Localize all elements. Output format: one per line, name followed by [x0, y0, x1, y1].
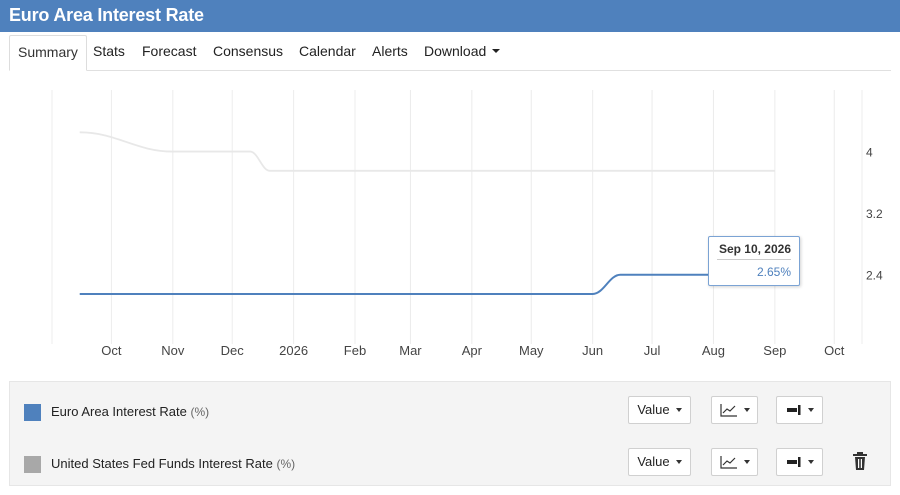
x-tick-label: Nov	[161, 343, 185, 358]
value-dropdown-button[interactable]: Value	[628, 448, 691, 476]
page-title: Euro Area Interest Rate	[9, 5, 204, 25]
series-line	[79, 254, 793, 295]
x-tick-label: Feb	[344, 343, 366, 358]
line-chart-icon	[719, 403, 737, 417]
series-name: United States Fed Funds Interest Rate	[51, 456, 273, 471]
series-color-swatch[interactable]	[24, 456, 41, 473]
chart-type-dropdown-button[interactable]	[711, 448, 758, 476]
series-label: United States Fed Funds Interest Rate (%…	[51, 456, 295, 471]
x-tick-label: May	[519, 343, 544, 358]
tooltip-date: Sep 10, 2026	[717, 242, 791, 260]
series-color-swatch[interactable]	[24, 404, 41, 421]
line-chart-icon	[719, 455, 737, 469]
chevron-down-icon	[807, 459, 814, 464]
chevron-down-icon	[743, 407, 750, 412]
chevron-down-icon	[807, 407, 814, 412]
tab-download-label: Download	[424, 43, 487, 59]
x-tick-label: Apr	[462, 343, 483, 358]
tab-download[interactable]: Download	[416, 35, 508, 71]
x-tick-label: Oct	[101, 343, 122, 358]
x-tick-label: Aug	[702, 343, 725, 358]
series-label: Euro Area Interest Rate (%)	[51, 404, 209, 419]
x-tick-label: Jul	[644, 343, 661, 358]
series-unit: (%)	[276, 457, 296, 471]
tab-stats[interactable]: Stats	[85, 35, 133, 71]
value-dropdown-label: Value	[637, 454, 670, 469]
x-tick-label: Sep	[763, 343, 786, 358]
chevron-down-icon	[492, 49, 501, 54]
x-tick-label: Mar	[399, 343, 422, 358]
x-tick-label: Oct	[824, 343, 845, 358]
tab-summary[interactable]: Summary	[9, 35, 87, 71]
x-tick-label: Dec	[221, 343, 245, 358]
chart-tooltip: Sep 10, 2026 2.65%	[708, 236, 800, 286]
tab-calendar[interactable]: Calendar	[291, 35, 364, 71]
tab-bar: Summary Stats Forecast Consensus Calenda…	[9, 32, 891, 71]
chart-area: Oct Nov Dec 2026 Feb Mar Apr May Jun Jul Aug Sep Oct…	[0, 72, 900, 372]
series-unit: (%)	[190, 405, 210, 419]
x-tick-label: Jun	[582, 343, 603, 358]
y-tick-label: 4	[866, 146, 873, 160]
axis-right-icon	[786, 404, 800, 415]
tooltip-value: 2.65%	[756, 265, 791, 279]
tab-forecast[interactable]: Forecast	[134, 35, 204, 71]
title-bar: Euro Area Interest Rate	[0, 0, 900, 32]
line-chart: Oct Nov Dec 2026 Feb Mar Apr May Jun Jul Aug Sep Oct…	[51, 90, 883, 358]
y-tick-label: 3.2	[866, 207, 883, 221]
value-dropdown-button[interactable]: Value	[628, 396, 691, 424]
chevron-down-icon	[675, 459, 682, 464]
chevron-down-icon	[675, 407, 682, 412]
tab-alerts[interactable]: Alerts	[364, 35, 416, 71]
axis-right-icon	[786, 456, 800, 467]
trash-icon[interactable]	[852, 451, 868, 471]
y-tick-label: 2.4	[866, 269, 883, 283]
x-tick-label: 2026	[279, 343, 308, 358]
tab-consensus[interactable]: Consensus	[205, 35, 291, 71]
series-line	[79, 131, 775, 172]
chevron-down-icon	[743, 459, 750, 464]
series-legend-panel: Euro Area Interest Rate (%) Value United…	[9, 381, 891, 486]
value-dropdown-label: Value	[637, 402, 670, 417]
axis-dropdown-button[interactable]	[776, 396, 823, 424]
series-name: Euro Area Interest Rate	[51, 404, 187, 419]
chart-type-dropdown-button[interactable]	[711, 396, 758, 424]
axis-dropdown-button[interactable]	[776, 448, 823, 476]
legend-row: United States Fed Funds Interest Rate (%…	[10, 436, 890, 486]
legend-row: Euro Area Interest Rate (%) Value	[10, 384, 890, 434]
